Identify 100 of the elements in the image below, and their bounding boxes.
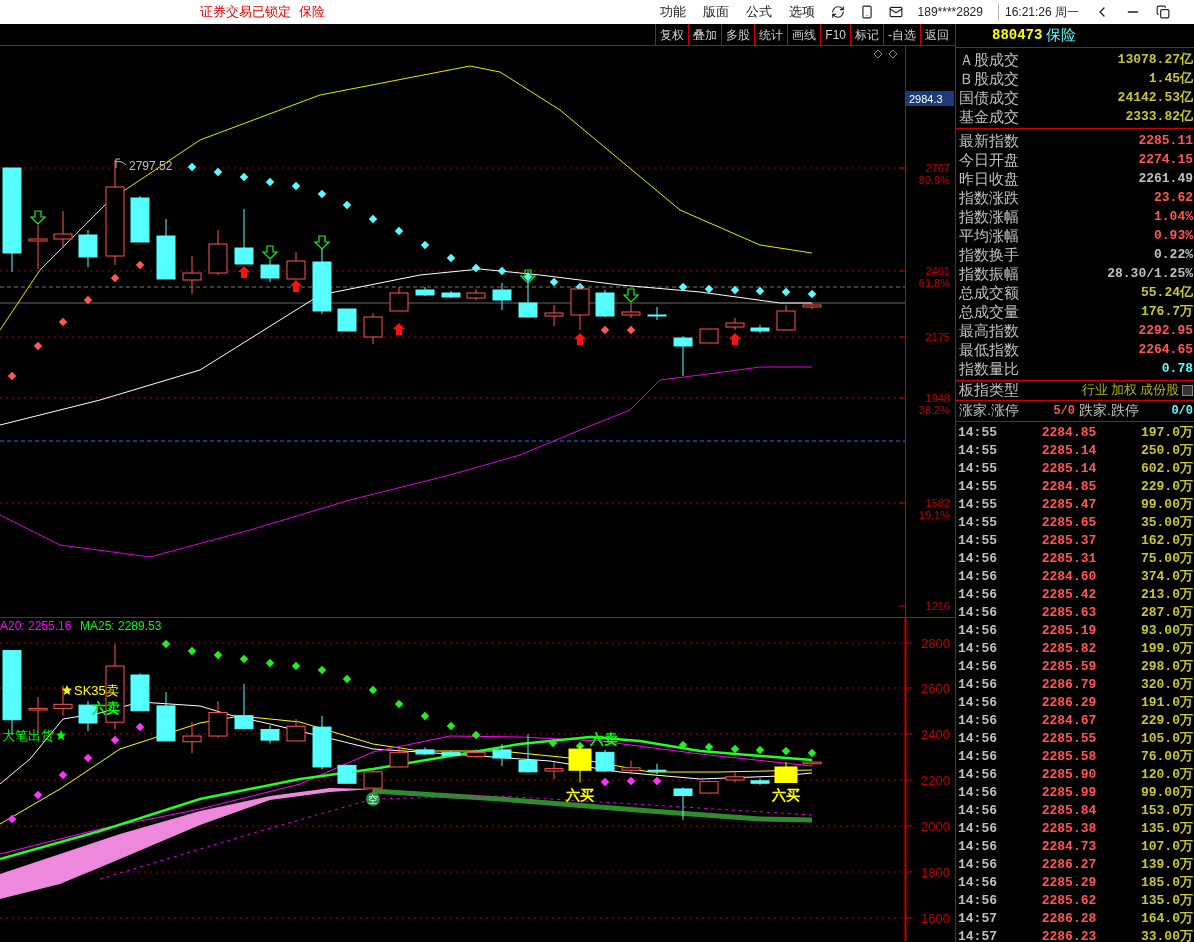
mail-icon[interactable] [888,5,903,19]
stat-value: 0.78 [1161,361,1193,375]
stat-label: 昨日收盘 [959,170,1019,186]
candlestick [337,764,357,784]
sector-tag[interactable]: 行业 [1082,380,1108,400]
menu-item[interactable]: 版面 [701,2,730,22]
tick-volume: 229.0万 [1140,477,1193,496]
tick-price: 2285.42 [1041,585,1097,604]
candlestick [234,208,254,265]
toolbar-button[interactable]: 统计 [754,24,788,45]
tick-volume: 250.0万 [1140,441,1193,460]
axis-label: 2175 [925,331,950,343]
candlestick [415,746,435,756]
candlestick [53,685,73,717]
menu-item[interactable]: 公式 [744,2,773,22]
axis-label: 2767 [925,162,950,174]
candlestick [441,290,461,299]
stat-label: 基金成交 [959,108,1019,124]
tick-volume: 164.0万 [1140,909,1193,928]
candlestick [286,251,306,280]
stat-label: 指数换手 [959,246,1019,262]
stat-value: 1.45亿 [1148,71,1193,85]
tick-volume: 76.00万 [1140,747,1193,766]
tick-price: 2286.79 [1041,675,1097,694]
tick-price: 2286.28 [1041,909,1097,928]
tick-volume: 320.0万 [1140,675,1193,694]
candlestick [363,312,383,345]
axis-label: 2800 [921,636,950,651]
axis-label: 2401 [925,265,950,277]
stat-label: 总成交量 [959,303,1019,319]
tick-volume: 197.0万 [1140,423,1193,442]
lock-notice: 证券交易已锁定 [200,3,291,22]
candlestick [466,288,486,301]
tick-price: 2286.23 [1041,927,1097,942]
candlestick [725,317,745,331]
tick-price: 2284.73 [1041,837,1097,856]
stat-value: 24142.53亿 [1117,90,1193,104]
axis-percent-label: 61.8% [918,277,950,289]
candlestick [802,302,822,310]
menu-item[interactable]: 功能 [658,2,687,22]
stock-code: 880473 [992,25,1043,45]
candlestick [415,286,435,297]
axis-label: 1600 [921,911,950,926]
tick-price: 2285.14 [1041,459,1097,478]
tick-time: 14:55 [958,495,997,514]
star-icon [56,730,66,740]
candlestick [750,777,770,786]
toolbar-button[interactable]: 画线 [787,24,821,45]
tick-volume: 199.0万 [1140,639,1193,658]
candlestick [647,306,667,321]
sector-tag[interactable]: 成份股 [1140,380,1179,400]
phone-icon[interactable] [859,5,874,19]
tick-price: 2285.82 [1041,639,1097,658]
axis-label: 1948 [925,392,950,404]
tick-time: 14:57 [958,909,997,928]
candlestick [312,247,332,315]
toolbar-button[interactable]: 标记 [850,24,883,45]
stat-label: 今日开盘 [959,151,1019,167]
candlestick [647,763,667,775]
tick-volume: 298.0万 [1140,657,1193,676]
tick-price: 2285.14 [1041,441,1097,460]
candlestick [389,746,409,768]
tick-volume: 185.0万 [1140,873,1193,892]
refresh-icon[interactable] [830,5,845,19]
toolbar-button[interactable]: F10 [820,24,850,45]
sector-name: 保险 [299,3,325,22]
tick-price: 2285.62 [1041,891,1097,910]
sector-tag[interactable]: 加权 [1111,380,1137,400]
stat-label: 总成交额 [959,284,1019,300]
axis-label: 2600 [921,681,950,696]
stat-value: 2261.49 [1138,171,1193,185]
stat-value: 0.93% [1154,228,1193,242]
up-arrow-icon [238,266,250,278]
candlestick [337,308,357,332]
toolbar-button[interactable]: 多股 [721,24,755,45]
tick-time: 14:56 [958,837,997,856]
grid-icon[interactable] [1182,384,1193,396]
toolbar-button[interactable]: -自选 [883,24,920,45]
toolbar-button[interactable]: 复权 [655,24,689,45]
tick-volume: 99.00万 [1140,495,1193,514]
axis-label: 1216 [925,600,950,612]
tick-time: 14:56 [958,801,997,820]
stat-value: 0.22% [1154,247,1193,261]
stat-label: Ｂ股成交 [959,70,1019,86]
toolbar-button[interactable]: 叠加 [688,24,722,45]
stat-value: 0/0 [1171,402,1193,420]
tick-price: 2285.65 [1041,513,1097,532]
stat-value: 13078.27亿 [1117,52,1193,66]
toolbar-button[interactable]: 返回 [920,24,953,45]
candlestick [699,781,719,794]
tick-price: 2284.60 [1041,567,1097,586]
candlestick [260,724,280,744]
tick-time: 14:56 [958,729,997,748]
tick-time: 14:55 [958,513,997,532]
signal-label: 六买 [566,787,594,803]
tick-price: 2285.90 [1041,765,1097,784]
menu-item[interactable]: 选项 [787,2,816,22]
restore-icon[interactable] [1156,5,1170,19]
tick-volume: 135.0万 [1140,891,1193,910]
tick-volume: 287.0万 [1140,603,1193,622]
